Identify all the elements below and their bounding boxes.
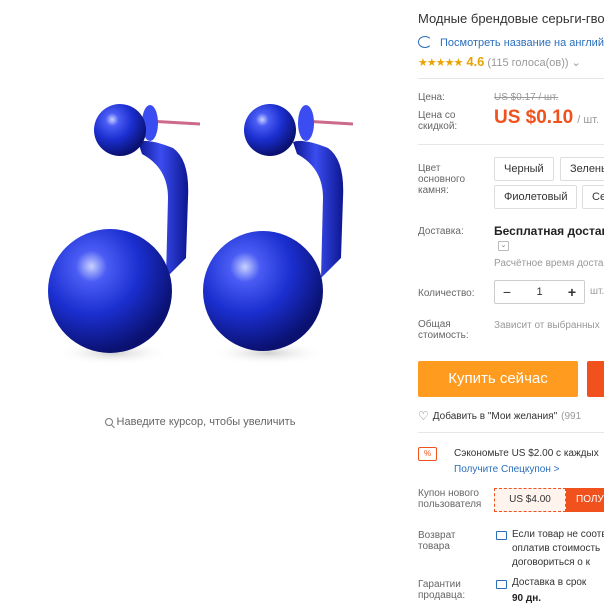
old-price: US $0.17 / шт. <box>494 92 559 103</box>
new-user-coupon-label: Купон нового пользователя <box>418 488 482 510</box>
rating-value: 4.6 <box>466 54 485 69</box>
discount-price: US $0.10/ шт. <box>494 107 599 129</box>
total-label: Общая стоимость: <box>418 319 469 341</box>
save-text: Сэкономьте US $2.00 с каждых <box>454 448 599 459</box>
wishlist-link[interactable]: ♡ Добавить в "Мои желания" (991 <box>418 409 581 423</box>
discount-price-value: US $0.10 <box>494 107 574 128</box>
discount-price-label: Цена со скидкой: <box>418 110 458 132</box>
quantity-plus-button[interactable]: + <box>560 281 584 303</box>
price-unit: / шт. <box>577 114 600 126</box>
divider <box>418 432 604 433</box>
chevron-down-icon[interactable]: ⌄ <box>498 241 509 251</box>
return-icon <box>496 531 507 540</box>
returns-line: оплатив стоимость <box>512 543 601 554</box>
color-option-partial[interactable]: Се <box>582 185 604 209</box>
zoom-hint-text: Наведите курсор, чтобы увеличить <box>116 416 296 428</box>
rating[interactable]: ★★★★★ 4.6 (115 голоса(ов)) ⌄ <box>418 54 581 69</box>
magnifier-icon <box>104 418 113 426</box>
earring-right <box>203 104 354 365</box>
returns-line: Если товар не соответствует <box>512 529 604 540</box>
coupon-amount: US $4.00 <box>494 488 566 512</box>
divider <box>418 78 604 79</box>
get-coupon-button[interactable]: ПОЛУЧИТЬ <box>566 488 604 512</box>
star-rating-icon: ★★★★★ <box>418 57 463 69</box>
wishlist-count: (991 <box>561 411 582 422</box>
buy-now-button[interactable]: Купить сейчас <box>418 361 578 397</box>
color-option-purple[interactable]: Фиолетовый <box>494 185 578 209</box>
guarantee-text: Доставка в срок <box>512 577 587 588</box>
rating-count[interactable]: (115 голоса(ов)) <box>487 57 568 69</box>
shipping-label: Доставка: <box>418 226 464 237</box>
coupon-icon: % <box>418 447 437 461</box>
quantity-input[interactable]: 1 <box>519 281 560 303</box>
color-option-green[interactable]: Зеленый <box>560 157 604 181</box>
add-to-cart-button[interactable] <box>587 361 604 397</box>
chevron-down-icon[interactable]: ⌄ <box>572 57 581 69</box>
quantity-label: Количество: <box>418 288 475 299</box>
divider <box>418 144 604 145</box>
guarantee-label: Гарантии продавца: <box>418 579 466 601</box>
wishlist-text[interactable]: Добавить в "Мои желания" <box>433 411 557 422</box>
special-coupon-link[interactable]: Получите Спецкупон > <box>454 464 560 475</box>
returns-label: Возврат товара <box>418 530 456 552</box>
product-gallery: Наведите курсор, чтобы увеличить <box>0 0 400 440</box>
translate-link-text[interactable]: Посмотреть название на английском <box>440 37 604 49</box>
product-title: Модные брендовые серьги-гвозди <box>418 11 604 26</box>
quantity-available: шт. <box>590 286 604 297</box>
guarantee-days: 90 дн. <box>512 593 542 604</box>
price-label: Цена: <box>418 92 445 103</box>
color-label: Цвет основного камня: <box>418 163 466 196</box>
heart-icon: ♡ <box>418 409 429 423</box>
guarantee-icon <box>496 580 507 589</box>
returns-text: Если товар не соответствует оплатив стои… <box>512 528 604 570</box>
earring-left <box>48 104 201 365</box>
total-value: Зависит от выбранных <box>494 320 600 331</box>
product-image[interactable] <box>38 88 368 398</box>
product-info: Модные брендовые серьги-гвозди Посмотрет… <box>418 0 604 604</box>
returns-line: договориться о к <box>512 557 590 568</box>
zoom-hint: Наведите курсор, чтобы увеличить <box>0 416 400 428</box>
shipping-time: Расчётное время доставки <box>494 258 604 269</box>
shipping-value[interactable]: Бесплатная доставка <box>494 224 604 238</box>
color-option-black[interactable]: Черный <box>494 157 554 181</box>
quantity-stepper: − 1 + <box>494 280 585 304</box>
translate-icon <box>418 36 432 48</box>
translate-link[interactable]: Посмотреть название на английском <box>418 36 604 49</box>
quantity-minus-button[interactable]: − <box>495 281 519 303</box>
